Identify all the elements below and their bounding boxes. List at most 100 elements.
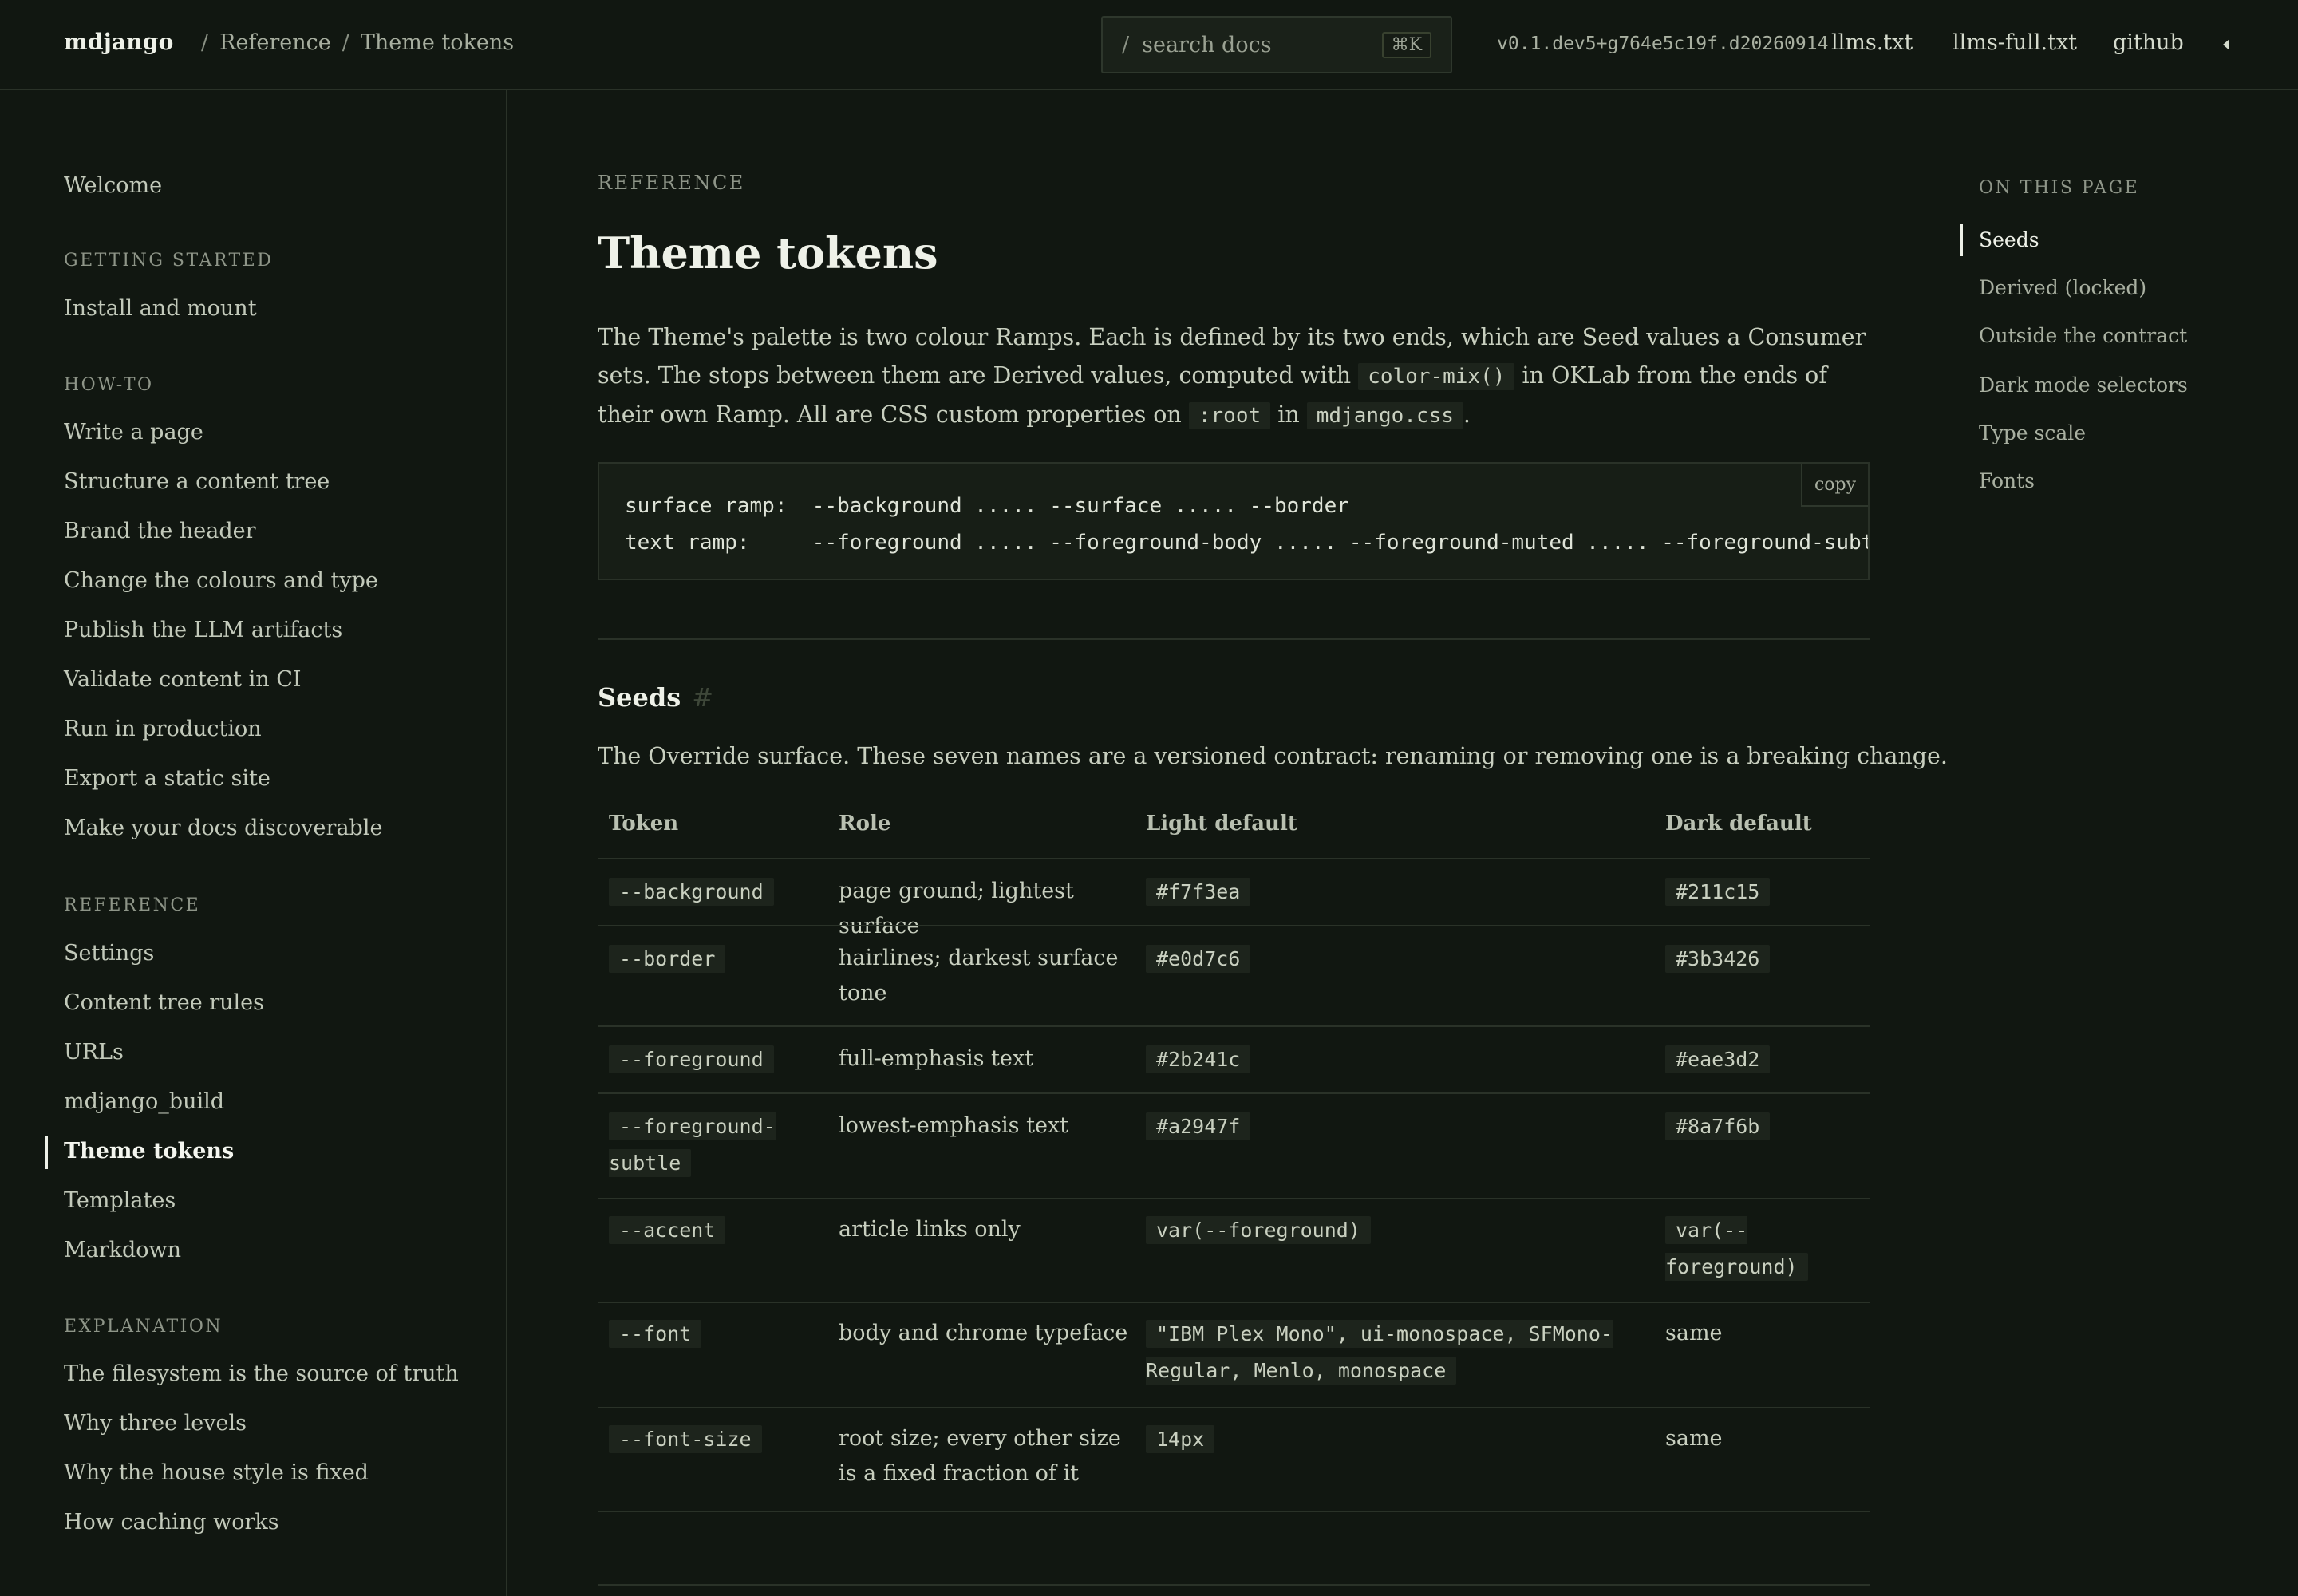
table-cell-role: lowest-emphasis text — [839, 1113, 1068, 1138]
top-header: mdjango / Reference / Theme tokens / sea… — [0, 0, 2298, 90]
table-cell-role: page ground; lightest surface — [839, 879, 1074, 938]
table-cell-role: body and chrome typeface — [839, 1321, 1128, 1345]
breadcrumb-current: Theme tokens — [360, 30, 515, 55]
intro-paragraph: The Theme's palette is two colour Ramps.… — [598, 324, 1866, 429]
table-rule — [598, 1511, 1870, 1512]
table-header-dark-default: Dark default — [1665, 812, 1812, 836]
toc-item-derived-locked[interactable]: Derived (locked) — [1979, 276, 2146, 299]
breadcrumb-separator: / — [342, 30, 349, 55]
sidebar-active-indicator — [45, 1136, 48, 1169]
sidebar-item-structure-content-tree[interactable]: Structure a content tree — [64, 469, 330, 494]
toc-heading: ON THIS PAGE — [1979, 178, 2140, 198]
table-rule — [598, 1407, 1870, 1408]
search-input[interactable]: / search docs ⌘K — [1101, 16, 1452, 73]
nav-link-llms-full-txt[interactable]: llms-full.txt — [1953, 30, 2077, 55]
page-title: Theme tokens — [598, 227, 938, 279]
sidebar-item-how-caching-works[interactable]: How caching works — [64, 1510, 279, 1535]
brand-logo[interactable]: mdjango — [64, 29, 174, 55]
divider — [598, 638, 1870, 640]
search-slash-icon: / — [1122, 32, 1130, 57]
sidebar-item-content-tree-rules[interactable]: Content tree rules — [64, 990, 264, 1015]
code-block[interactable]: surface ramp: --background ..... --surfa… — [598, 462, 1870, 580]
table-cell-token: --background — [609, 874, 824, 911]
table-rule — [598, 858, 1870, 859]
table-cell-light: var(--foreground) — [1146, 1212, 1656, 1249]
inline-code-color-mix: color-mix() — [1358, 363, 1515, 390]
nav-link-github[interactable]: github — [2113, 30, 2184, 55]
table-cell-dark: #eae3d2 — [1665, 1041, 1865, 1078]
sidebar-item-theme-tokens[interactable]: Theme tokens — [64, 1139, 234, 1163]
search-shortcut-badge: ⌘K — [1381, 31, 1431, 58]
divider — [598, 1584, 1870, 1586]
table-rule — [598, 1092, 1870, 1094]
sidebar: Welcome GETTING STARTED Install and moun… — [0, 90, 507, 1596]
sidebar-item-change-colours-and-type[interactable]: Change the colours and type — [64, 568, 378, 593]
seeds-description: The Override surface. These seven names … — [598, 743, 1948, 769]
nav-link-llms-txt[interactable]: llms.txt — [1831, 30, 1913, 55]
sidebar-item-settings[interactable]: Settings — [64, 941, 154, 966]
breadcrumb-reference[interactable]: Reference — [219, 30, 331, 55]
code-block-content: surface ramp: --background ..... --surfa… — [625, 494, 1870, 555]
sidebar-item-publish-llm-artifacts[interactable]: Publish the LLM artifacts — [64, 618, 342, 642]
section-heading-seeds: Seeds # — [598, 682, 714, 713]
sidebar-item-install-and-mount[interactable]: Install and mount — [64, 296, 257, 321]
copy-button[interactable]: copy — [1801, 464, 1868, 507]
sidebar-item-templates[interactable]: Templates — [64, 1188, 176, 1213]
search-placeholder: search docs — [1142, 32, 1272, 57]
sidebar-item-urls[interactable]: URLs — [64, 1040, 124, 1065]
caret-left-icon — [2223, 39, 2229, 50]
toc-item-fonts[interactable]: Fonts — [1979, 469, 2035, 492]
toc-item-seeds[interactable]: Seeds — [1979, 228, 2039, 251]
table-cell-dark: same — [1665, 1321, 1723, 1345]
table-header-role: Role — [839, 812, 891, 836]
table-cell-token: --foreground-subtle — [609, 1108, 800, 1182]
sidebar-item-why-three-levels[interactable]: Why three levels — [64, 1411, 247, 1436]
sidebar-item-brand-the-header[interactable]: Brand the header — [64, 519, 256, 543]
table-rule — [598, 1302, 1870, 1303]
table-cell-role: hairlines; darkest surface tone — [839, 946, 1119, 1005]
table-cell-light: "IBM Plex Mono", ui-monospace, SFMono-Re… — [1146, 1316, 1656, 1389]
table-cell-token: --border — [609, 941, 824, 978]
sidebar-item-markdown[interactable]: Markdown — [64, 1238, 181, 1262]
table-rule — [598, 925, 1870, 926]
sidebar-heading-how-to: HOW-TO — [64, 375, 154, 395]
sidebar-item-why-house-style-fixed[interactable]: Why the house style is fixed — [64, 1460, 369, 1485]
table-header-token: Token — [609, 812, 679, 836]
toc-item-dark-mode-selectors[interactable]: Dark mode selectors — [1979, 373, 2188, 397]
table-cell-dark: #211c15 — [1665, 874, 1865, 911]
version-label: v0.1.dev5+g764e5c19f.d20260914 — [1497, 34, 1829, 54]
sidebar-item-run-in-production[interactable]: Run in production — [64, 717, 262, 741]
table-cell-dark: #8a7f6b — [1665, 1108, 1865, 1145]
sidebar-item-mdjango-build[interactable]: mdjango_build — [64, 1089, 224, 1114]
table-cell-light: #2b241c — [1146, 1041, 1656, 1078]
theme-toggle-button[interactable] — [2218, 37, 2234, 53]
sidebar-item-welcome[interactable]: Welcome — [64, 173, 162, 198]
toc-item-type-scale[interactable]: Type scale — [1979, 421, 2086, 444]
table-cell-light: #a2947f — [1146, 1108, 1656, 1145]
toc-active-indicator — [1960, 224, 1963, 256]
inline-code-root: :root — [1188, 402, 1271, 429]
sidebar-item-write-a-page[interactable]: Write a page — [64, 420, 203, 444]
sidebar-item-filesystem-source-of-truth[interactable]: The filesystem is the source of truth — [64, 1361, 459, 1386]
table-rule — [598, 1198, 1870, 1199]
table-cell-token: --font-size — [609, 1421, 824, 1458]
table-cell-light: 14px — [1146, 1421, 1656, 1458]
table-cell-dark: #3b3426 — [1665, 941, 1865, 978]
table-cell-light: #e0d7c6 — [1146, 941, 1656, 978]
anchor-link-icon[interactable]: # — [692, 682, 713, 713]
table-cell-dark: same — [1665, 1426, 1723, 1451]
table-rule — [598, 1025, 1870, 1027]
table-cell-role: article links only — [839, 1217, 1021, 1242]
section-eyebrow: REFERENCE — [598, 172, 745, 194]
sidebar-heading-reference: REFERENCE — [64, 895, 201, 915]
breadcrumb-separator: / — [201, 30, 209, 55]
table-cell-dark: var(--foreground) — [1665, 1212, 1825, 1286]
sidebar-item-make-docs-discoverable[interactable]: Make your docs discoverable — [64, 816, 382, 840]
sidebar-item-validate-content-ci[interactable]: Validate content in CI — [64, 667, 302, 692]
breadcrumb: / Reference / Theme tokens — [201, 30, 514, 55]
table-cell-light: #f7f3ea — [1146, 874, 1656, 911]
toc-item-outside-the-contract[interactable]: Outside the contract — [1979, 324, 2187, 347]
table-cell-token: --accent — [609, 1212, 824, 1249]
sidebar-heading-explanation: EXPLANATION — [64, 1317, 223, 1337]
sidebar-item-export-static-site[interactable]: Export a static site — [64, 766, 270, 791]
